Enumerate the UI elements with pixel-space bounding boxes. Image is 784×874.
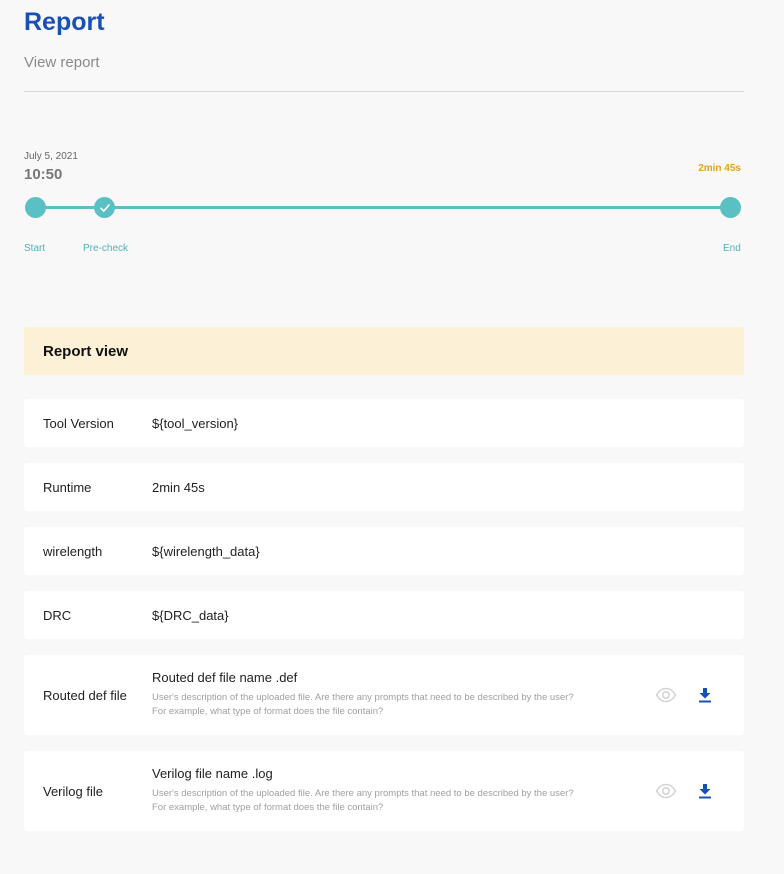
page-subtitle: View report bbox=[24, 54, 100, 71]
file-info: Verilog file name .log User's descriptio… bbox=[152, 766, 622, 815]
report-row-runtime: Runtime 2min 45s bbox=[24, 463, 744, 511]
file-description-line-1: User's description of the uploaded file.… bbox=[152, 788, 574, 799]
row-value: ${tool_version} bbox=[152, 415, 239, 431]
file-description-line-2: For example, what type of format does th… bbox=[152, 706, 384, 717]
row-value: ${DRC_data} bbox=[152, 607, 229, 623]
row-label: DRC bbox=[43, 607, 72, 623]
timeline-label-end: End bbox=[723, 243, 741, 254]
file-row-label: Routed def file bbox=[43, 687, 127, 703]
file-name: Routed def file name .def bbox=[152, 670, 298, 685]
row-label: Tool Version bbox=[43, 415, 114, 431]
file-description-line-1: User's description of the uploaded file.… bbox=[152, 692, 574, 703]
eye-icon[interactable] bbox=[655, 687, 677, 703]
timeline-time: 10:50 bbox=[24, 166, 63, 183]
timeline-track bbox=[35, 206, 731, 209]
timeline-duration: 2min 45s bbox=[698, 163, 741, 174]
timeline-label-precheck: Pre-check bbox=[83, 243, 129, 254]
download-icon[interactable] bbox=[698, 783, 712, 799]
timeline-date: July 5, 2021 bbox=[24, 151, 78, 162]
timeline-label-start: Start bbox=[24, 243, 46, 254]
header-divider bbox=[24, 91, 744, 92]
report-view-header: Report view bbox=[24, 327, 744, 375]
row-label: wirelength bbox=[43, 543, 103, 559]
check-icon bbox=[99, 203, 110, 212]
row-label: Runtime bbox=[43, 479, 92, 495]
report-view-title: Report view bbox=[43, 342, 129, 360]
row-value: 2min 45s bbox=[152, 479, 205, 495]
report-file-row-routed-def: Routed def file Routed def file name .de… bbox=[24, 655, 744, 735]
report-row-drc: DRC ${DRC_data} bbox=[24, 591, 744, 639]
file-description-line-2: For example, what type of format does th… bbox=[152, 802, 384, 813]
row-value: ${wirelength_data} bbox=[152, 543, 260, 559]
file-row-label: Verilog file bbox=[43, 783, 103, 799]
timeline-node-precheck bbox=[94, 197, 115, 218]
report-row-wirelength: wirelength ${wirelength_data} bbox=[24, 527, 744, 575]
eye-icon[interactable] bbox=[655, 783, 677, 799]
report-row-tool-version: Tool Version ${tool_version} bbox=[24, 399, 744, 447]
timeline-node-start bbox=[25, 197, 46, 218]
file-info: Routed def file name .def User's descrip… bbox=[152, 670, 622, 719]
report-file-row-verilog: Verilog file Verilog file name .log User… bbox=[24, 751, 744, 831]
page-title: Report bbox=[24, 8, 105, 36]
file-name: Verilog file name .log bbox=[152, 766, 273, 781]
download-icon[interactable] bbox=[698, 687, 712, 703]
timeline-node-end bbox=[720, 197, 741, 218]
report-page: Report View report July 5, 2021 10:50 2m… bbox=[0, 0, 784, 874]
